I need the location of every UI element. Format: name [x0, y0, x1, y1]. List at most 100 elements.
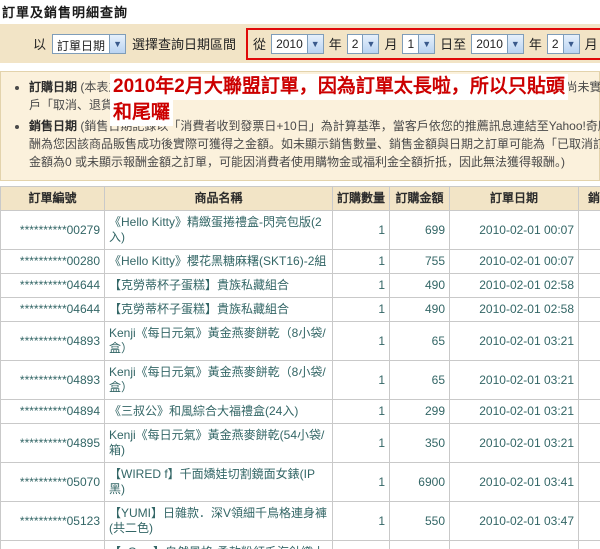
- product-name-cell: Kenji《每日元氣》黃金燕麥餅乾（8小袋/盒）: [104, 321, 333, 361]
- product-name-cell: 《Hello Kitty》精緻蛋捲禮盒-閃亮包版(2入): [104, 210, 333, 250]
- qty-cell: 1: [332, 399, 390, 424]
- product-name-cell: 【克勞蒂杯子蛋糕】貴族私藏組合: [104, 297, 333, 322]
- table-row: **********05123 【YUMI】日雜款．深V領細千鳥格連身褲(共二色)…: [0, 501, 600, 541]
- from-month-value: 2: [351, 36, 359, 51]
- sales-cell: [578, 360, 600, 400]
- date-type-select[interactable]: 訂單日期 ▼: [52, 33, 127, 54]
- to-label: 日至: [440, 37, 467, 52]
- table-row: **********00279 《Hello Kitty》精緻蛋捲禮盒-閃亮包版(…: [0, 210, 600, 250]
- order-date-cell: 2010-02-01 03:21: [449, 360, 579, 400]
- date-type-select-value: 訂單日期: [57, 38, 106, 53]
- to-month-label: 月: [584, 37, 598, 52]
- filter-bar: 以 訂單日期 ▼ 選擇查詢日期區間 從 2010 ▼ 年 2 ▼ 月 1 ▼ 日…: [0, 24, 600, 63]
- table-row: **********04895 Kenji《每日元氣》黃金燕麥餅乾(54小袋/箱)…: [0, 423, 600, 463]
- amount-cell: 755: [389, 249, 450, 274]
- order-date-cell: 2010-02-01 03:47: [449, 501, 579, 541]
- sales-cell: [578, 540, 600, 549]
- qty-cell: 1: [332, 249, 390, 274]
- order-id-cell: **********06530: [0, 540, 105, 549]
- amount-cell: 6900: [389, 462, 450, 502]
- order-id-cell: **********04893: [0, 360, 105, 400]
- qty-cell: 1: [332, 360, 390, 400]
- product-name-cell: 【WIRED f】千面嬌娃切割鏡面女錶(IP黑): [104, 462, 333, 502]
- to-year-select[interactable]: 2010 ▼: [471, 33, 524, 54]
- chevron-down-icon: ▼: [562, 34, 579, 53]
- order-date-cell: 2010-02-01 03:21: [449, 399, 579, 424]
- table-row: **********06530【eGos 】自然風格-柔軟粉紅毛海針織上衣134…: [0, 540, 600, 549]
- column-header: 商品名稱: [104, 186, 333, 211]
- order-id-cell: **********05123: [0, 501, 105, 541]
- qty-cell: 1: [332, 321, 390, 361]
- page-title: 訂單及銷售明細查詢: [2, 5, 129, 20]
- amount-cell: 350: [389, 423, 450, 463]
- sales-cell: [578, 273, 600, 298]
- order-date-cell: 2010-02-01 08:20: [449, 540, 579, 549]
- column-header: 銷售數量: [578, 186, 600, 211]
- order-id-cell: **********04644: [0, 297, 105, 322]
- order-date-cell: 2010-02-01 00:07: [449, 249, 579, 274]
- table-row: **********00280 《Hello Kitty》櫻花黑糖麻糬(SKT16…: [0, 249, 600, 274]
- chevron-down-icon: ▼: [306, 34, 323, 53]
- product-name-cell: Kenji《每日元氣》黃金燕麥餅乾(54小袋/箱): [104, 423, 333, 463]
- order-id-cell: **********04644: [0, 273, 105, 298]
- qty-cell: 1: [332, 462, 390, 502]
- orders-table-body: **********00279 《Hello Kitty》精緻蛋捲禮盒-閃亮包版(…: [0, 210, 600, 549]
- from-year-value: 2010: [276, 36, 303, 51]
- table-header-row: 訂單編號商品名稱訂購數量訂購金額訂單日期銷售數量: [0, 186, 600, 211]
- from-month-label: 月: [384, 37, 398, 52]
- to-year-label: 年: [528, 37, 542, 52]
- table-row: **********04644 【克勞蒂杯子蛋糕】貴族私藏組合 1 490 2010-0…: [0, 273, 600, 298]
- qty-cell: 1: [332, 210, 390, 250]
- from-year-select[interactable]: 2010 ▼: [271, 33, 324, 54]
- from-day-select[interactable]: 1 ▼: [402, 33, 436, 54]
- sales-cell: [578, 249, 600, 274]
- qty-cell: 1: [332, 501, 390, 541]
- chevron-down-icon: ▼: [418, 34, 435, 53]
- sales-cell: [578, 321, 600, 361]
- note-term: 銷售日期: [29, 119, 78, 133]
- note-line: 酬為您因該商品販售成功後實際可獲得之金額。如未顯示銷售數量、銷售金額與日期之訂單…: [29, 137, 600, 151]
- table-row: **********04893 Kenji《每日元氣》黃金燕麥餅乾（8小袋/盒） 1…: [0, 360, 600, 400]
- sales-cell: [578, 399, 600, 424]
- qty-cell: 1: [332, 273, 390, 298]
- note-line: 金額為0 或未顯示報酬金額之訂單，可能因消費者使用購物金或福利金全額折抵，因此無…: [29, 155, 566, 169]
- from-label: 從: [253, 37, 267, 52]
- to-year-value: 2010: [476, 36, 503, 51]
- qty-cell: 1: [332, 297, 390, 322]
- sales-cell: [578, 297, 600, 322]
- product-name-cell: 【eGos 】自然風格-柔軟粉紅毛海針織上衣: [104, 540, 333, 549]
- table-row: **********04644 【克勞蒂杯子蛋糕】貴族私藏組合 1 490 2010-0…: [0, 297, 600, 322]
- product-name-cell: 《Hello Kitty》櫻花黑糖麻糬(SKT16)-2組: [104, 249, 333, 274]
- order-id-cell: **********04894: [0, 399, 105, 424]
- amount-cell: 490: [389, 297, 450, 322]
- order-query-page: 訂單及銷售明細查詢 以 訂單日期 ▼ 選擇查詢日期區間 從 2010 ▼ 年 2…: [0, 0, 600, 549]
- qty-cell: 1: [332, 540, 390, 549]
- annotation-line: 2010年2月大聯盟訂單，因為訂單太長啦，所以只貼頭: [110, 74, 568, 100]
- chevron-down-icon: ▼: [109, 34, 126, 53]
- to-month-value: 2: [551, 36, 559, 51]
- order-date-cell: 2010-02-01 02:58: [449, 297, 579, 322]
- sales-cell: [578, 462, 600, 502]
- order-date-cell: 2010-02-01 02:58: [449, 273, 579, 298]
- amount-cell: 299: [389, 399, 450, 424]
- column-header: 訂單日期: [449, 186, 579, 211]
- orders-table: 訂單編號商品名稱訂購數量訂購金額訂單日期銷售數量 **********00279…: [0, 186, 600, 549]
- from-month-select[interactable]: 2 ▼: [346, 33, 380, 54]
- order-id-cell: **********00280: [0, 249, 105, 274]
- qty-cell: 1: [332, 423, 390, 463]
- order-date-cell: 2010-02-01 03:41: [449, 462, 579, 502]
- from-year-label: 年: [328, 37, 342, 52]
- amount-cell: 699: [389, 210, 450, 250]
- product-name-cell: Kenji《每日元氣》黃金燕麥餅乾（8小袋/盒）: [104, 360, 333, 400]
- chevron-down-icon: ▼: [362, 34, 379, 53]
- to-month-select[interactable]: 2 ▼: [546, 33, 580, 54]
- table-row: **********04894 《三叔公》和風綜合大福禮盒(24入) 1 299 201…: [0, 399, 600, 424]
- from-day-value: 1: [407, 36, 415, 51]
- amount-cell: 65: [389, 360, 450, 400]
- order-id-cell: **********05070: [0, 462, 105, 502]
- product-name-cell: 【克勞蒂杯子蛋糕】貴族私藏組合: [104, 273, 333, 298]
- product-name-cell: 《三叔公》和風綜合大福禮盒(24入): [104, 399, 333, 424]
- order-date-cell: 2010-02-01 03:21: [449, 321, 579, 361]
- order-date-cell: 2010-02-01 03:21: [449, 423, 579, 463]
- product-name-cell: 【YUMI】日雜款．深V領細千鳥格連身褲(共二色): [104, 501, 333, 541]
